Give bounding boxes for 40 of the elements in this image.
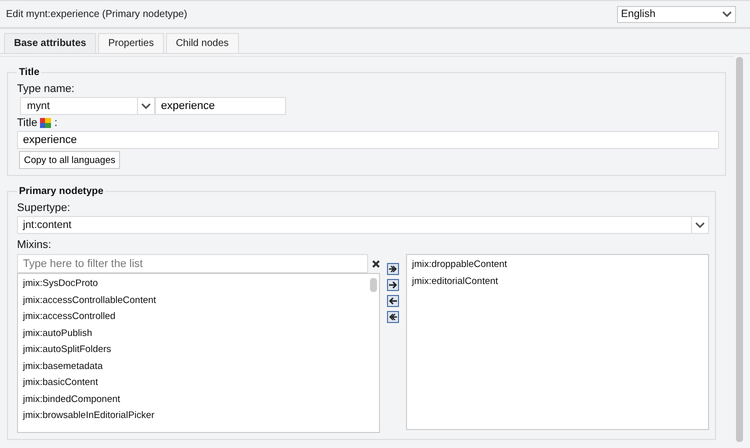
caret-icon xyxy=(722,11,732,17)
prefix-select[interactable]: mynt xyxy=(20,97,155,115)
list-item[interactable]: jmix:basicContent xyxy=(20,375,156,392)
list-item[interactable]: jmix:accessControlled xyxy=(20,309,156,326)
clear-icon[interactable] xyxy=(372,260,380,268)
field-label: Mixins: xyxy=(17,239,52,251)
list-item[interactable]: jmix:autoPublish xyxy=(20,326,156,342)
list-item[interactable]: jmix:SysDocProto xyxy=(20,276,156,292)
tab[interactable]: Properties xyxy=(98,33,164,53)
double-arrow-icon[interactable] xyxy=(387,311,399,323)
list-item[interactable]: jmix:autoSplitFolders xyxy=(20,342,156,358)
field-label: Supertype: xyxy=(17,202,72,214)
colon-label: : xyxy=(54,117,58,129)
title-input-field[interactable]: experience xyxy=(17,131,719,149)
list-item[interactable]: jmix:bindedComponent xyxy=(20,392,156,408)
fieldset-legend: Primary nodetype xyxy=(17,186,106,197)
language-select[interactable]: English xyxy=(617,6,736,22)
caret-icon xyxy=(141,103,151,109)
list-item[interactable]: jmix:editorialContent xyxy=(409,274,706,290)
tab[interactable]: Child nodes xyxy=(166,33,239,53)
copy-button[interactable]: Copy to all languages xyxy=(19,151,120,169)
tab[interactable]: Base attributes xyxy=(4,33,96,53)
scrollbar-thumb[interactable] xyxy=(370,278,377,292)
scrollbar-thumb[interactable] xyxy=(736,57,743,442)
list-item[interactable]: jmix:droppableContent xyxy=(409,257,706,274)
double-arrow-icon[interactable] xyxy=(387,263,399,275)
list-item[interactable]: jmix:browsableInEditorialPicker xyxy=(20,408,156,424)
name-input-field[interactable]: experience xyxy=(155,97,286,115)
field-label: Title xyxy=(17,117,38,129)
window-title: Edit mynt:experience (Primary nodetype) xyxy=(6,8,188,20)
caret-icon xyxy=(695,222,705,228)
field-label: Type name: xyxy=(17,83,76,95)
arrow-icon[interactable] xyxy=(387,295,399,307)
arrow-icon[interactable] xyxy=(387,279,399,291)
filter-input-field[interactable]: Type here to filter the list xyxy=(17,254,368,273)
supertype-select[interactable]: jnt:content xyxy=(17,216,709,234)
fieldset-legend: Title xyxy=(17,67,42,78)
list-item[interactable]: jmix:accessControllableContent xyxy=(20,292,156,309)
flag-icon xyxy=(40,118,52,128)
list-item[interactable]: jmix:basemetadata xyxy=(20,358,156,375)
